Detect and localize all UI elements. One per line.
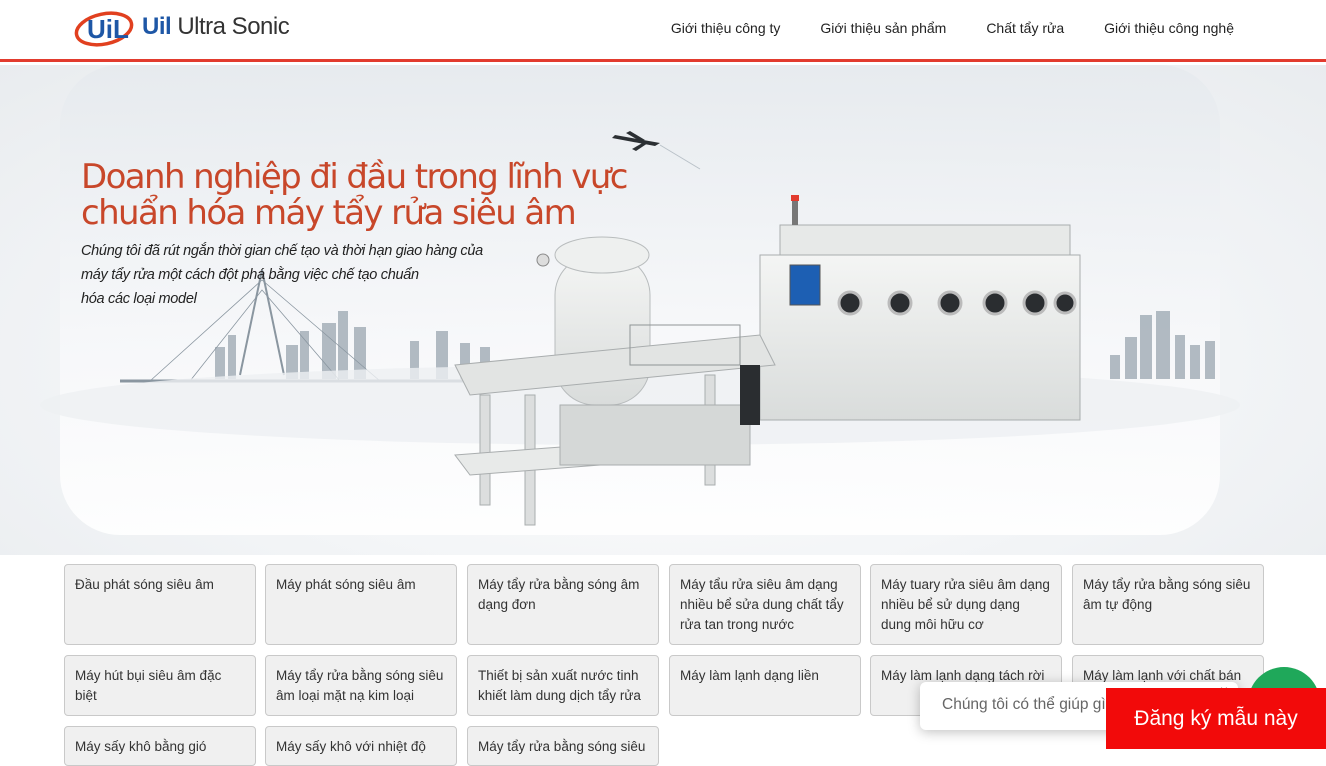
product-card[interactable]: Máy sấy khô với nhiệt độ xyxy=(265,726,457,766)
hero-title-line-1: Doanh nghiệp đi đầu trong lĩnh vực xyxy=(81,157,628,197)
site-logo[interactable]: UiL Uil Ultra Sonic xyxy=(74,4,290,50)
hero-title-line-2: chuẩn hóa máy tẩy rửa siêu âm xyxy=(81,193,577,233)
nav-cleaning-agents[interactable]: Chất tẩy rửa xyxy=(986,20,1064,36)
product-card[interactable]: Máy tuary rửa siêu âm dạng nhiều bể sử d… xyxy=(870,564,1062,645)
product-card[interactable]: Máy phát sóng siêu âm xyxy=(265,564,457,645)
nav-technology-intro[interactable]: Giới thiệu công nghệ xyxy=(1104,20,1234,36)
register-template-button[interactable]: Đăng ký mẫu này xyxy=(1106,688,1326,749)
hero-subtitle: Chúng tôi đã rút ngắn thời gian chế tạo … xyxy=(81,239,511,311)
product-card[interactable]: Máy sấy khô bằng gió xyxy=(64,726,256,766)
product-card[interactable]: Máy tẩu rửa siêu âm dạng nhiều bể sửa du… xyxy=(669,564,861,645)
product-card[interactable]: Máy tẩy rửa bằng sóng siêu âm tự động xyxy=(1072,564,1264,645)
product-card[interactable]: Đầu phát sóng siêu âm xyxy=(64,564,256,645)
svg-text:UiL: UiL xyxy=(87,14,129,44)
hero-banner: Doanh nghiệp đi đầu trong lĩnh vực chuẩn… xyxy=(0,65,1326,555)
product-card[interactable]: Máy làm lạnh dạng liền xyxy=(669,655,861,716)
main-nav: Giới thiệu công ty Giới thiệu sản phẩm C… xyxy=(671,20,1234,36)
product-card[interactable]: Thiết bị sản xuất nước tinh khiết làm du… xyxy=(467,655,659,716)
product-card[interactable]: Máy tẩy rửa bằng sóng âm dạng đơn xyxy=(467,564,659,645)
logo-text: Uil Ultra Sonic xyxy=(142,13,290,41)
product-card[interactable]: Máy tẩy rửa bằng sóng siêu âm loại mặt n… xyxy=(265,655,457,716)
product-card[interactable]: Máy tẩy rửa bằng sóng siêu xyxy=(467,726,659,766)
logo-text-rest: Ultra Sonic xyxy=(177,13,290,40)
logo-emblem-icon: UiL xyxy=(74,5,138,49)
hero-subtitle-line-3: hóa các loại model xyxy=(81,291,197,307)
hero-subtitle-line-1: Chúng tôi đã rút ngắn thời gian chế tạo … xyxy=(81,243,483,259)
nav-product-intro[interactable]: Giới thiệu sản phẩm xyxy=(820,20,946,36)
logo-text-uil: Uil xyxy=(142,13,172,40)
product-card[interactable]: Máy hút bụi siêu âm đặc biệt xyxy=(64,655,256,716)
site-header: UiL Uil Ultra Sonic Giới thiệu công ty G… xyxy=(0,0,1326,62)
chat-prompt-text: Chúng tôi có thể giúp gì xyxy=(942,696,1106,713)
hero-subtitle-line-2: máy tẩy rửa một cách đột phá bằng việc c… xyxy=(81,267,419,283)
hero-title: Doanh nghiệp đi đầu trong lĩnh vực chuẩn… xyxy=(81,159,681,231)
nav-company-intro[interactable]: Giới thiệu công ty xyxy=(671,20,781,36)
